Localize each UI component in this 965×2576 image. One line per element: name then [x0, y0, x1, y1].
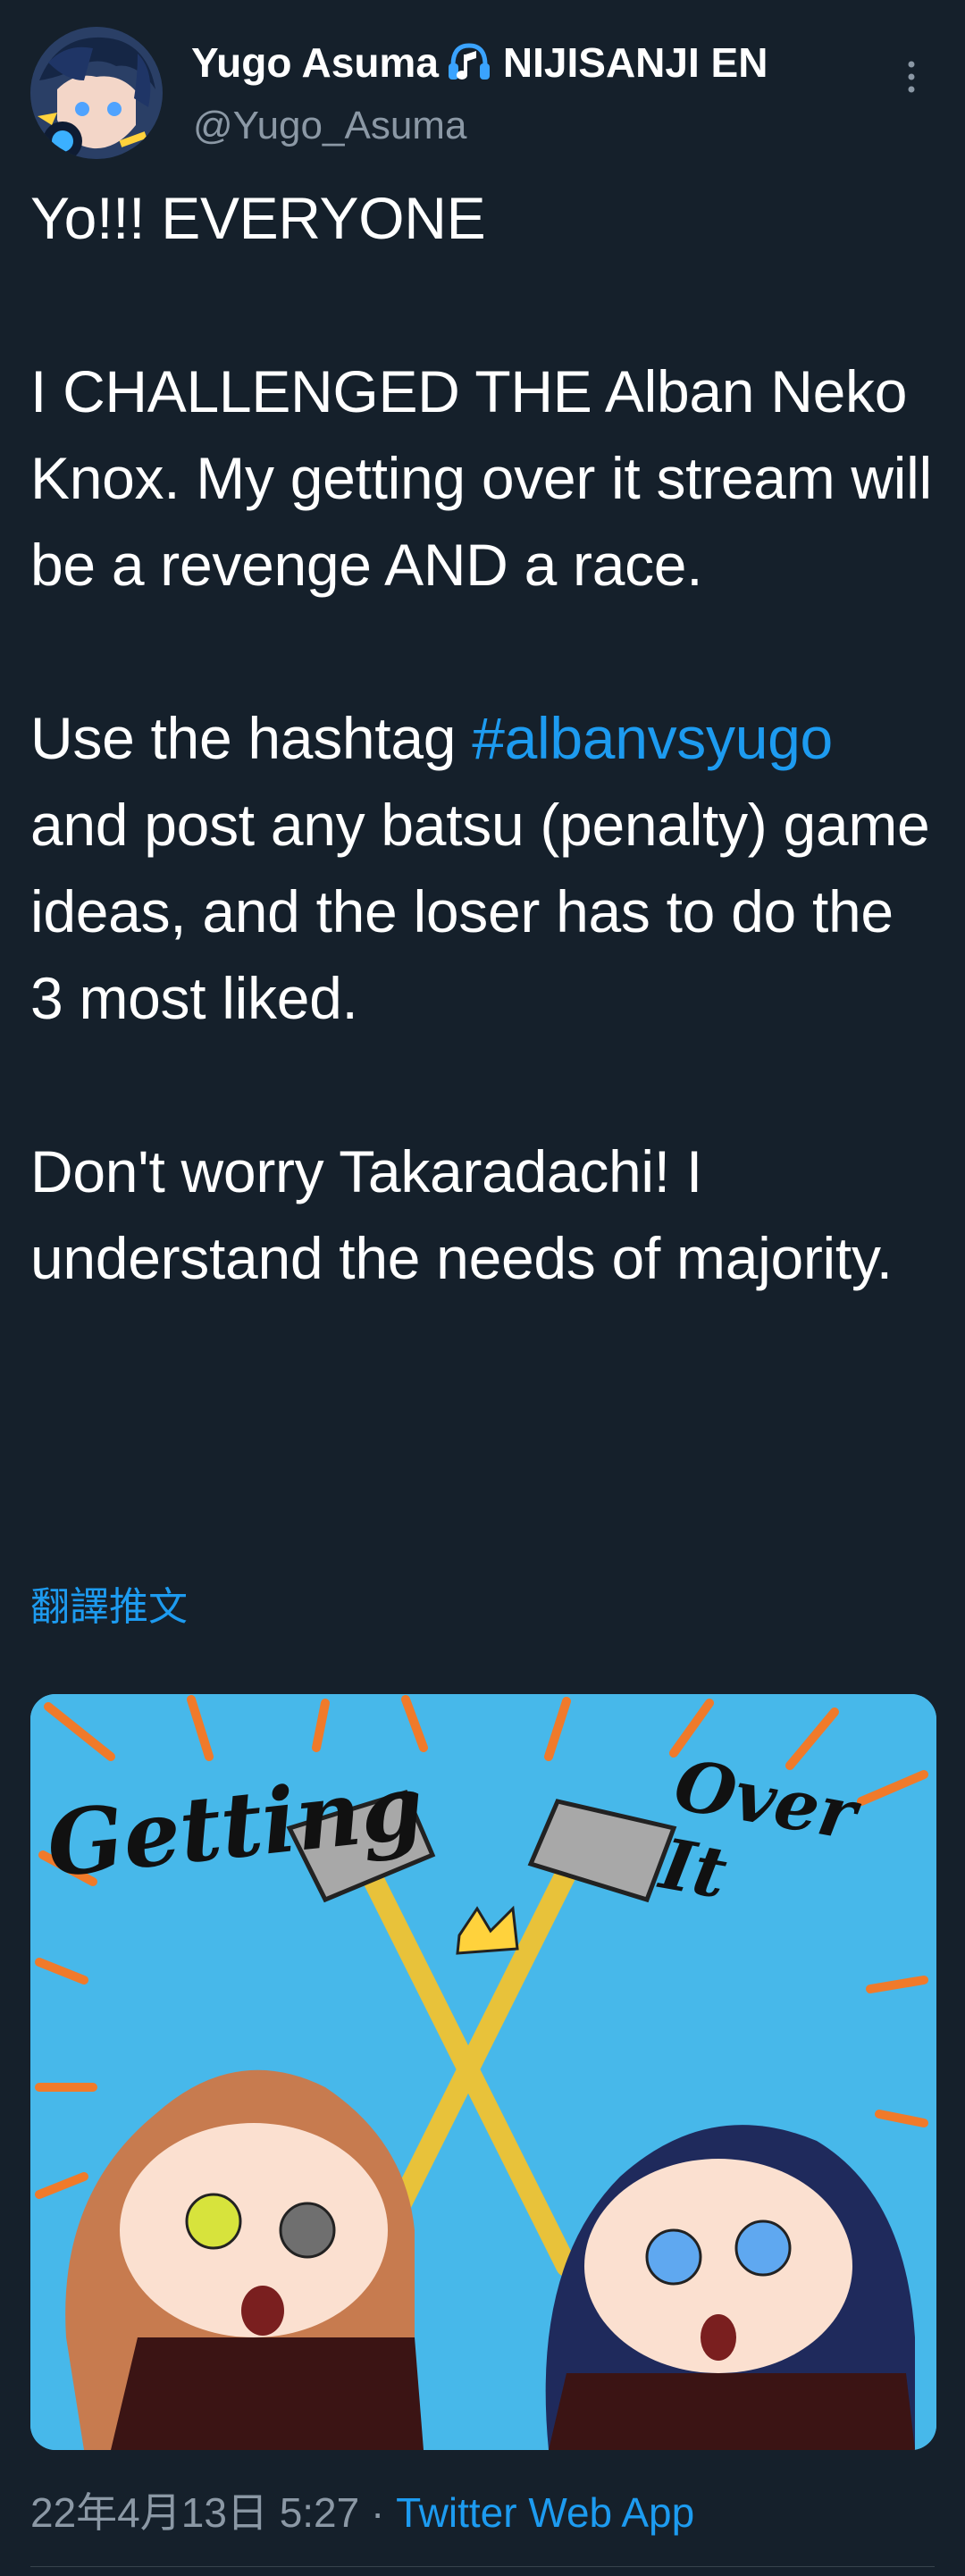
translate-tweet-link[interactable]: 翻譯推文	[30, 1574, 188, 1632]
tweet-media-image[interactable]: Getting Over It	[30, 1694, 936, 2450]
tweet-body: Yo!!! EVERYONE I CHALLENGED THE Alban Ne…	[30, 175, 938, 1302]
more-options-button[interactable]	[894, 50, 929, 104]
tweet-paragraph-2: I CHALLENGED THE Alban Neko Knox. My get…	[30, 358, 932, 598]
tweet-source-link[interactable]: Twitter Web App	[396, 2489, 694, 2536]
tweet-header: Yugo Asuma NIJISANJI EN @Yugo_Asuma	[30, 27, 935, 161]
divider	[30, 2566, 935, 2567]
tweet-timestamp[interactable]: 22年4月13日 5:27	[30, 2489, 359, 2536]
author-affiliation[interactable]: NIJISANJI EN	[503, 38, 768, 87]
tweet-paragraph-3-end: and post any batsu (penalty) game ideas,…	[30, 792, 930, 1031]
tweet-paragraph-4: Don't worry Takaradachi! I understand th…	[30, 1138, 893, 1291]
author-name-line[interactable]: Yugo Asuma NIJISANJI EN	[191, 36, 768, 89]
avatar[interactable]	[30, 27, 163, 159]
author-handle[interactable]: @Yugo_Asuma	[193, 104, 466, 148]
avatar-illustration	[30, 27, 163, 159]
hashtag-link[interactable]: #albanvsyugo	[472, 705, 833, 771]
tweet-paragraph-1: Yo!!! EVERYONE	[30, 185, 486, 251]
tweet-paragraph-3: Use the hashtag #albanvsyugo and post an…	[30, 695, 938, 1042]
music-note-icon	[448, 43, 490, 80]
more-vertical-icon	[908, 61, 915, 93]
tweet-meta: 22年4月13日 5:27 · Twitter Web App	[30, 2480, 694, 2539]
author-display-name[interactable]: Yugo Asuma	[191, 38, 439, 87]
tweet-paragraph-3-start: Use the hashtag	[30, 705, 457, 771]
meta-separator: ·	[371, 2489, 385, 2536]
